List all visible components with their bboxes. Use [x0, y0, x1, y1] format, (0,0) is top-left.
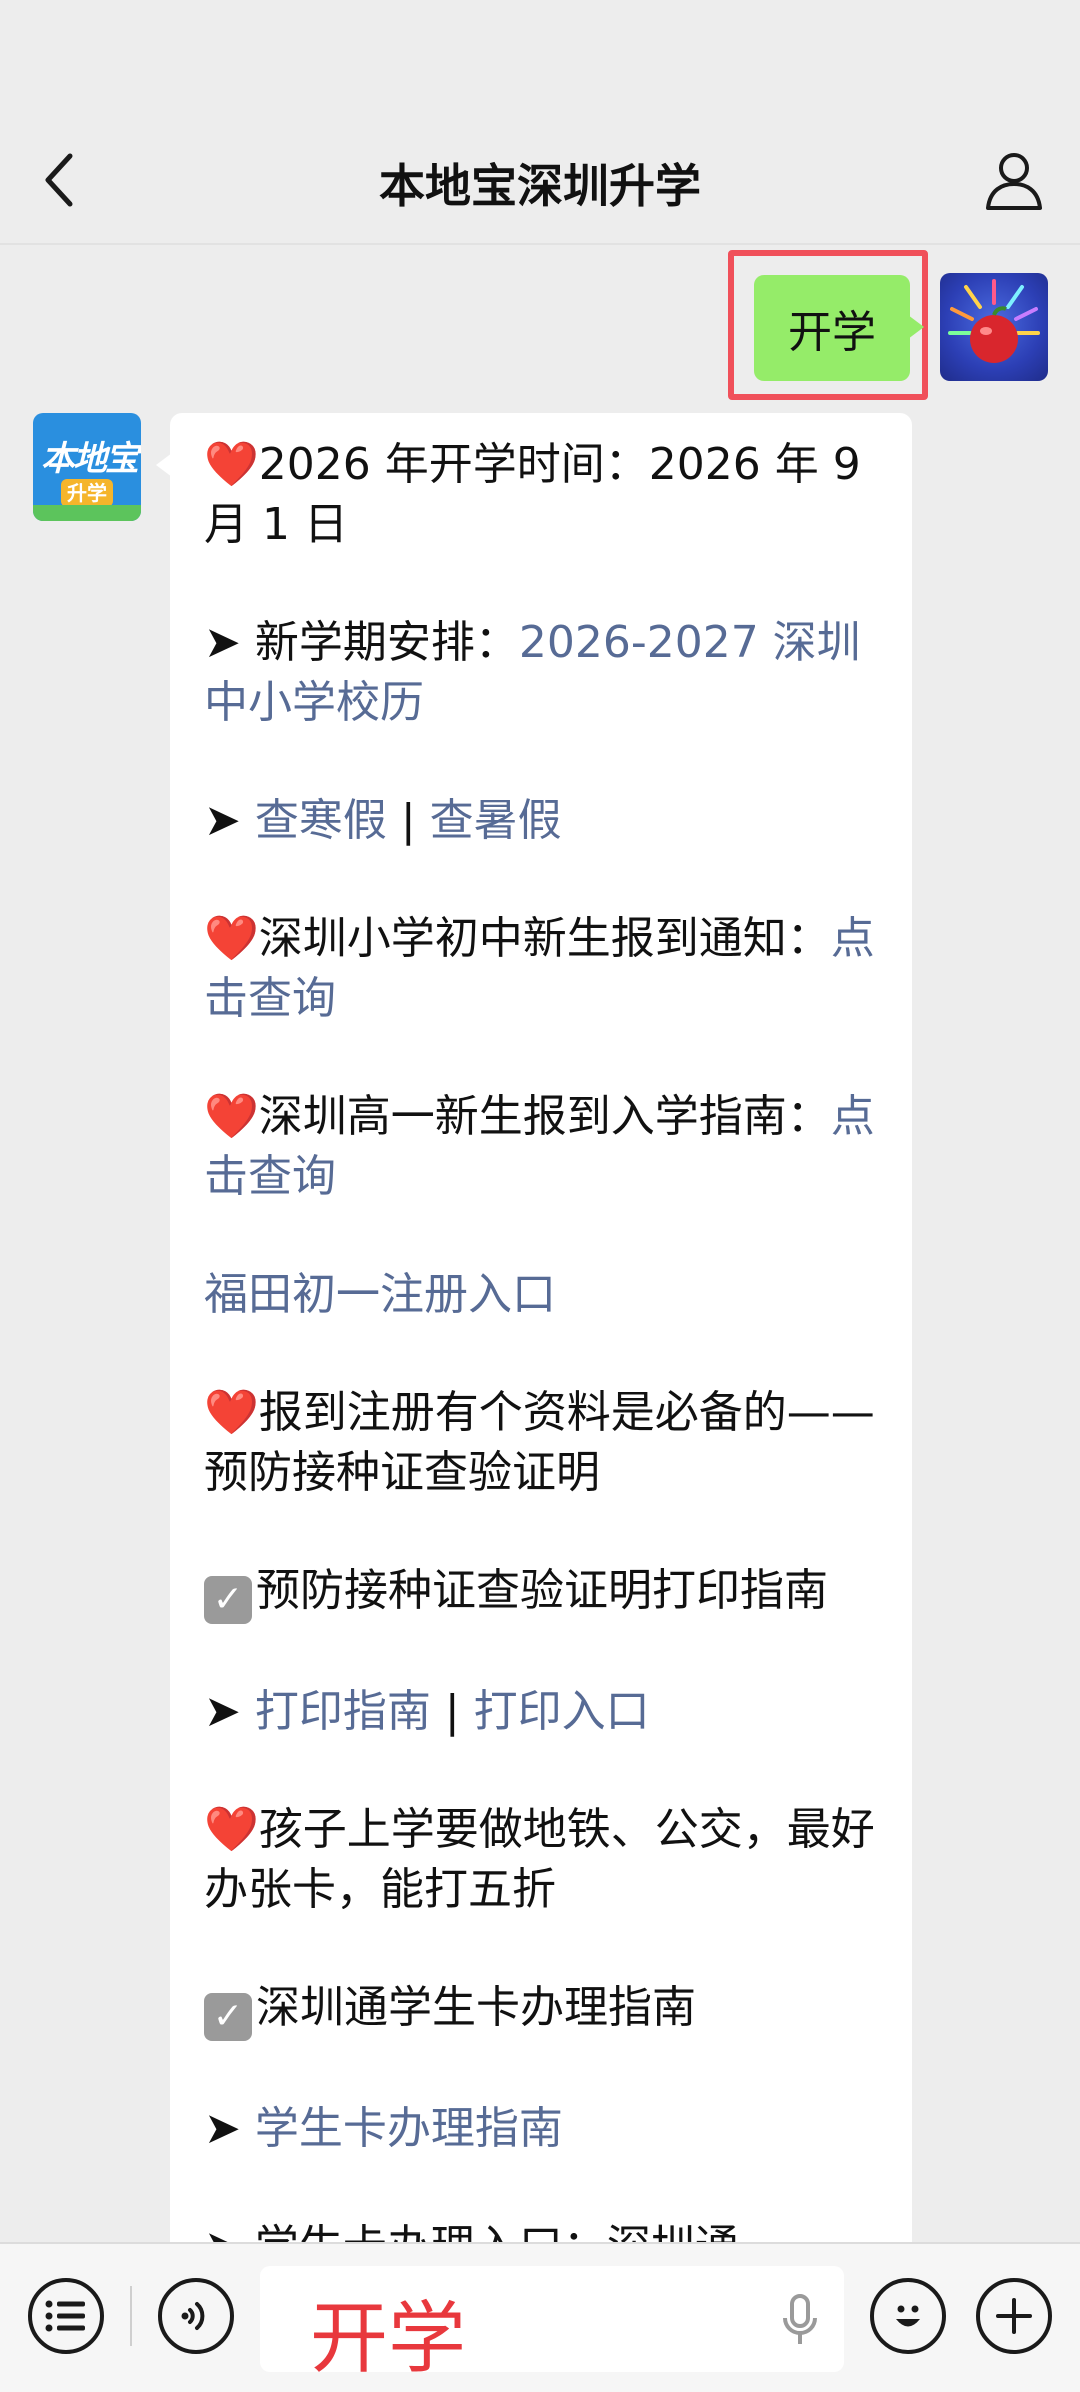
voice-icon[interactable]	[158, 2278, 234, 2354]
student-card-guide-text: 深圳通学生卡办理指南	[256, 1982, 696, 2033]
my-avatar[interactable]	[940, 273, 1048, 381]
message-input[interactable]: 开学	[260, 2266, 844, 2384]
heart-icon: ❤️	[204, 1387, 259, 1438]
toolbar-divider	[130, 2286, 132, 2346]
person-icon[interactable]	[984, 150, 1044, 212]
vaccine-note-paragraph: ❤️报到注册有个资料是必备的——预防接种证查验证明	[204, 1383, 878, 1503]
student-card-entry-paragraph: ➤ 学生卡办理入口：深圳通	[204, 2217, 878, 2242]
heart-icon: ❤️	[204, 439, 259, 490]
separator: |	[386, 795, 430, 846]
print-guide-link[interactable]: 打印指南	[255, 1686, 431, 1737]
student-card-link-paragraph: ➤ 学生卡办理指南	[204, 2099, 878, 2159]
my-message-bubble[interactable]: 开学	[754, 275, 924, 381]
student-card-guide-link[interactable]: 学生卡办理指南	[255, 2103, 563, 2154]
input-toolbar: 开学	[0, 2242, 1080, 2392]
vaccine-guide-text: 预防接种证查验证明打印指南	[256, 1565, 828, 1616]
start-date-paragraph: ❤️2026 年开学时间：2026 年 9 月 1 日	[204, 435, 878, 555]
student-card-entry-text: 学生卡办理入口：深圳通	[255, 2221, 739, 2242]
checkbox-icon: ✓	[204, 1993, 252, 2041]
message-input-text: 开学	[310, 2294, 467, 2384]
arrow-icon: ➤	[204, 2221, 255, 2242]
arrow-icon: ➤	[204, 617, 255, 668]
vaccine-guide-paragraph: ✓ 预防接种证查验证明打印指南	[204, 1561, 878, 1624]
primary-registration-text: 深圳小学初中新生报到通知：	[258, 913, 831, 964]
my-message-text: 开学	[788, 307, 876, 358]
bot-message-bubble: ❤️2026 年开学时间：2026 年 9 月 1 日 ➤ 新学期安排：2026…	[156, 413, 912, 2242]
arrow-icon: ➤	[204, 1686, 255, 1737]
top-navigation-bar: 本地宝深圳升学	[0, 0, 1080, 245]
summer-holiday-link[interactable]: 查暑假	[430, 795, 562, 846]
transport-card-paragraph: ❤️孩子上学要做地铁、公交，最好办张卡，能打五折	[204, 1800, 878, 1920]
chat-title: 本地宝深圳升学	[379, 159, 701, 213]
primary-registration-paragraph: ❤️深圳小学初中新生报到通知：点击查询	[204, 909, 878, 1029]
semester-paragraph: ➤ 新学期安排：2026-2027 深圳中小学校历	[204, 613, 878, 733]
transport-card-text: 孩子上学要做地铁、公交，最好办张卡，能打五折	[204, 1804, 875, 1915]
arrow-icon: ➤	[204, 2103, 255, 2154]
heart-icon: ❤️	[204, 1804, 259, 1855]
high-school-paragraph: ❤️深圳高一新生报到入学指南：点击查询	[204, 1087, 878, 1207]
holiday-paragraph: ➤ 查寒假 | 查暑假	[204, 791, 878, 851]
heart-icon: ❤️	[204, 1091, 259, 1142]
semester-label: 新学期安排：	[254, 617, 519, 668]
list-icon[interactable]	[28, 2278, 104, 2354]
chat-area[interactable]: 开学 本地宝 升学 ❤️2026 年开学时间：2026 年 9 月 1 日 ➤ …	[0, 245, 1080, 2242]
emoji-icon[interactable]	[870, 2278, 946, 2354]
start-date-text: 2026 年开学时间：2026 年 9 月 1 日	[204, 439, 861, 550]
vaccine-note-text: 报到注册有个资料是必备的——预防接种证查验证明	[204, 1387, 875, 1498]
futian-registration-link[interactable]: 福田初一注册入口	[204, 1269, 556, 1320]
checkbox-icon: ✓	[204, 1576, 252, 1624]
plus-icon[interactable]	[976, 2278, 1052, 2354]
bot-logo-badge: 升学	[61, 479, 113, 507]
print-entry-link[interactable]: 打印入口	[474, 1686, 650, 1737]
bot-avatar[interactable]: 本地宝 升学	[33, 413, 141, 521]
bot-logo-text: 本地宝	[41, 439, 139, 479]
bot-logo-grass	[33, 505, 141, 521]
mic-icon[interactable]	[780, 2292, 820, 2348]
winter-holiday-link[interactable]: 查寒假	[255, 795, 387, 846]
arrow-icon: ➤	[204, 795, 255, 846]
futian-paragraph: 福田初一注册入口	[204, 1265, 878, 1325]
student-card-guide-paragraph: ✓ 深圳通学生卡办理指南	[204, 1978, 878, 2041]
heart-icon: ❤️	[204, 913, 259, 964]
separator: |	[430, 1686, 474, 1737]
high-school-text: 深圳高一新生报到入学指南：	[258, 1091, 831, 1142]
print-paragraph: ➤ 打印指南 | 打印入口	[204, 1682, 878, 1742]
